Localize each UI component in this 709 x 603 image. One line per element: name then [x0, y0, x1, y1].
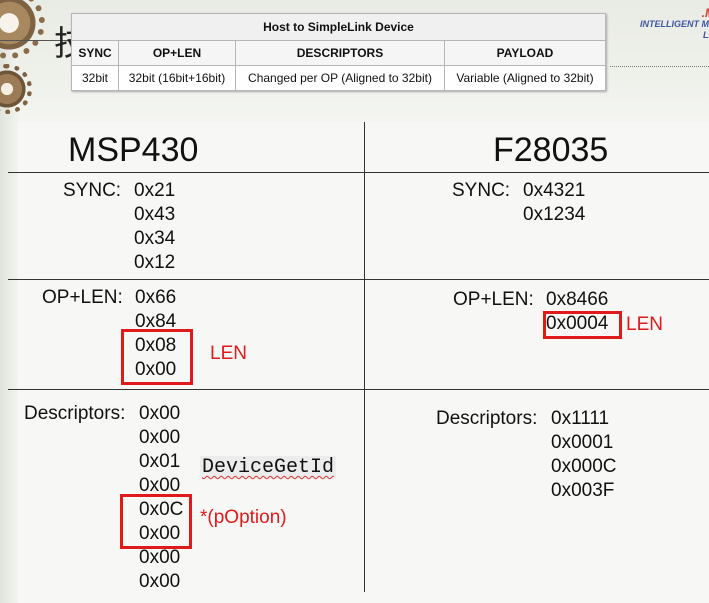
table-caption: Host to SimpleLink Device	[71, 13, 606, 41]
descriptor-value: 0x003F	[551, 480, 615, 501]
descriptor-value: 0x00	[139, 571, 181, 592]
row-divider	[8, 279, 709, 280]
table-cell: 32bit (16bit+16bit)	[118, 65, 236, 91]
table-cell: Variable (Aligned to 32bit)	[444, 65, 606, 91]
sync-label: SYNC:	[63, 180, 122, 201]
len-annotation: LEN	[210, 343, 247, 364]
brand-logo-mark: .M	[701, 6, 709, 20]
brand-logo: .M INTELLIGENT ME LA	[640, 6, 709, 41]
table-cell: 32bit	[71, 65, 119, 91]
table-cell: Changed per OP (Aligned to 32bit)	[235, 65, 445, 91]
sync-label: SYNC:	[452, 180, 511, 201]
column-title-f28035: F28035	[493, 131, 609, 169]
descriptors-label: Descriptors:	[436, 408, 538, 429]
sync-value: 0x4321	[523, 180, 586, 201]
descriptors-label: Descriptors:	[24, 403, 126, 424]
len-highlight-box	[543, 311, 622, 339]
gear-icon	[0, 0, 45, 59]
oplen-label: OP+LEN:	[453, 289, 534, 310]
poption-annotation: *(pOption)	[200, 506, 287, 530]
len-highlight-box	[121, 329, 193, 385]
oplen-value: 0x8466	[546, 289, 609, 310]
sync-value: 0x34	[134, 228, 176, 249]
sync-value: 0x21	[134, 180, 176, 201]
descriptor-value: 0x0001	[551, 432, 614, 453]
gear-icon	[0, 64, 32, 114]
oplen-label: OP+LEN:	[42, 287, 123, 308]
column-header-oplen: OP+LEN	[118, 40, 236, 66]
descriptor-value: 0x00	[139, 547, 181, 568]
row-divider	[8, 172, 709, 173]
descriptor-value: 0x000C	[551, 456, 617, 477]
dotted-divider	[610, 66, 709, 67]
brand-logo-text-2: LA	[703, 30, 709, 40]
len-annotation: LEN	[626, 314, 663, 335]
sync-value: 0x43	[134, 204, 176, 225]
descriptor-value: 0x00	[139, 427, 181, 448]
descriptor-value: 0x1111	[551, 408, 610, 429]
column-title-msp430: MSP430	[68, 131, 199, 169]
column-divider	[364, 122, 365, 592]
column-header-payload: PAYLOAD	[444, 40, 606, 66]
host-to-simplelink-table: Host to SimpleLink Device SYNC OP+LEN DE…	[71, 13, 606, 91]
row-divider	[8, 389, 709, 390]
api-name-label: DeviceGetId	[200, 456, 337, 479]
comparison-grid: MSP430 F28035 SYNC: 0x21 0x43 0x34 0x12 …	[0, 122, 709, 603]
sync-value: 0x12	[134, 252, 176, 273]
poption-text: *(pOption)	[200, 507, 287, 528]
column-header-descriptors: DESCRIPTORS	[235, 40, 445, 66]
sync-value: 0x1234	[523, 204, 586, 225]
brand-logo-text: INTELLIGENT ME	[640, 19, 709, 29]
option-highlight-box	[120, 494, 192, 549]
column-header-sync: SYNC	[71, 40, 119, 66]
descriptor-value: 0x00	[139, 403, 181, 424]
oplen-value: 0x66	[135, 287, 177, 308]
descriptor-value: 0x01	[139, 451, 181, 472]
